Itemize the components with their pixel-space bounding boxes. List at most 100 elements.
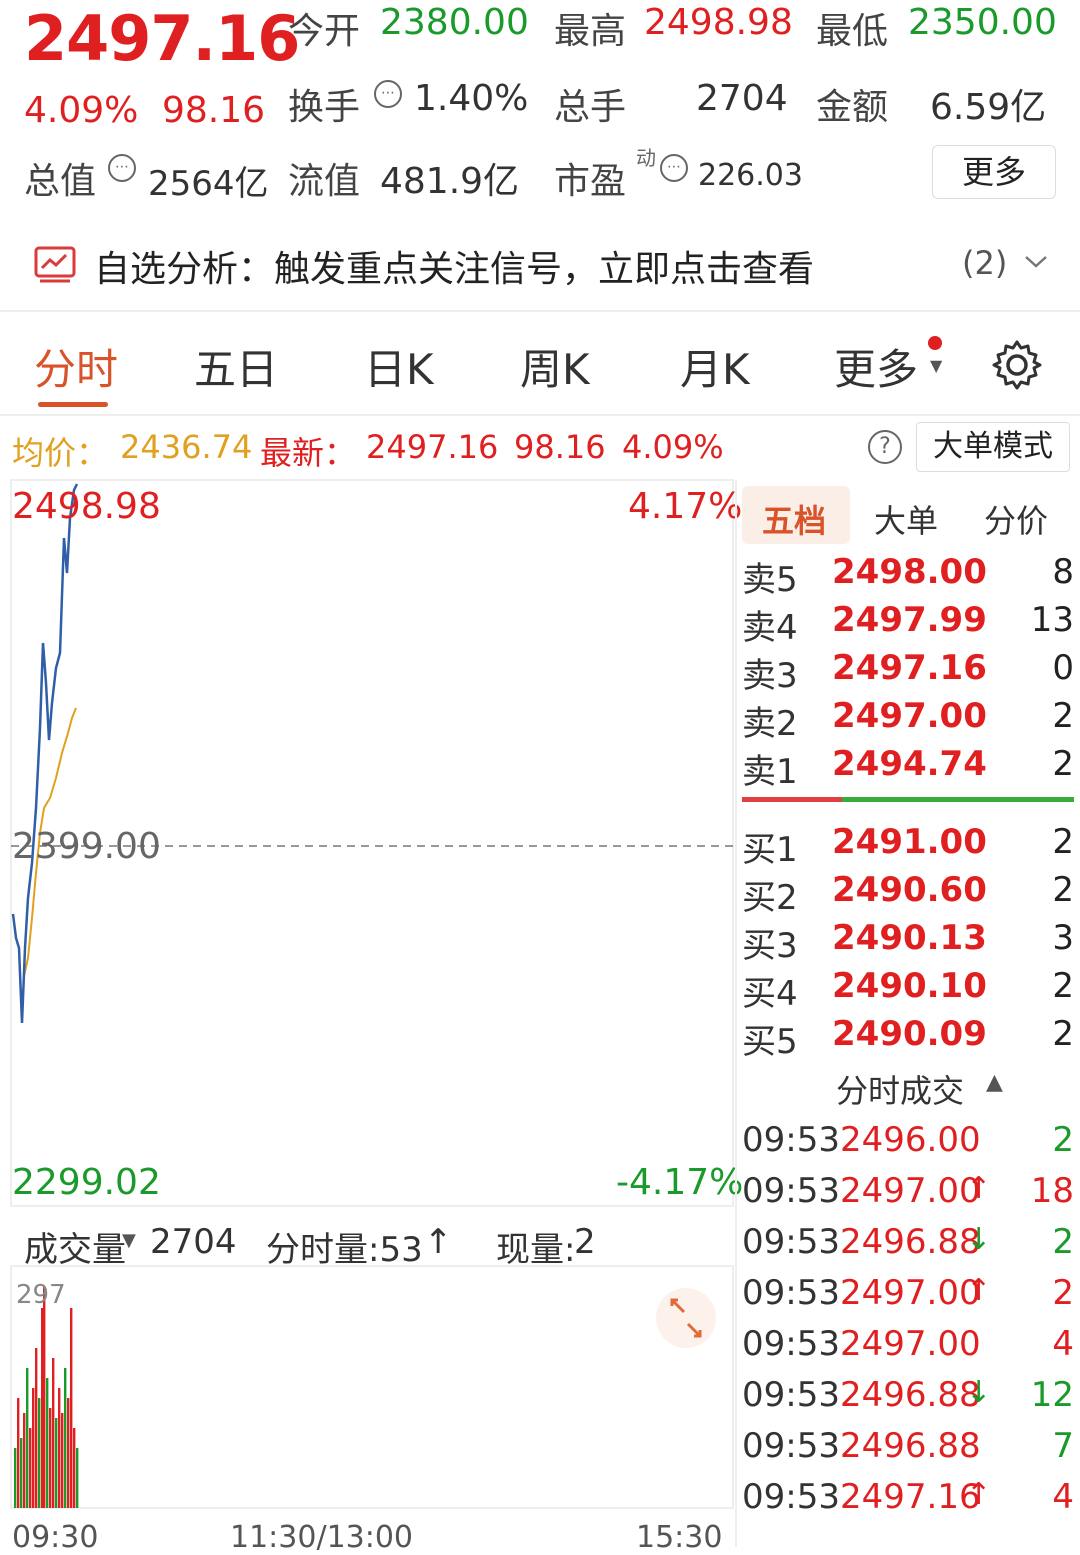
ask-volume: 8 [1052, 552, 1074, 592]
turnover-info-icon[interactable]: ⋯ [374, 80, 402, 108]
volume-panel-frame [10, 1265, 734, 1509]
trade-time: 09:53 [742, 1222, 840, 1262]
tab-monthly-k[interactable]: 月K [680, 336, 750, 397]
ask-price: 2497.00 [832, 696, 987, 736]
high-value: 2498.98 [644, 2, 793, 43]
trade-time: 09:53 [742, 1273, 840, 1313]
change-amount: 98.16 [162, 90, 266, 131]
trade-volume: 4 [1052, 1477, 1074, 1517]
trade-price: 2496.88 [840, 1222, 981, 1262]
open-label: 今开 [288, 11, 361, 52]
bid-price: 2490.09 [832, 1014, 987, 1054]
tab-more[interactable]: 更多 [834, 336, 918, 397]
float-value: 481.9亿 [380, 161, 520, 202]
tab-five-day[interactable]: 五日 [194, 336, 278, 397]
latest-change: 98.16 [514, 428, 606, 466]
volume-bar [52, 1358, 55, 1508]
volume-bars [14, 1286, 79, 1508]
ask-volume: 2 [1052, 744, 1074, 784]
volume-label: 总手 [554, 87, 627, 128]
bid-label: 买2 [742, 878, 798, 918]
volume-bar [67, 1398, 70, 1508]
volume-bar [55, 1418, 58, 1508]
price-line [11, 483, 79, 1024]
dropdown-arrow-icon: ▼ [930, 356, 943, 375]
bid-price: 2490.10 [832, 966, 987, 1006]
volume-bar [38, 1398, 41, 1508]
avg-value: 2436.74 [120, 428, 253, 466]
collapse-up-icon[interactable]: ▲ [986, 1070, 1003, 1095]
bid-price: 2490.60 [832, 870, 987, 910]
volume-selector[interactable]: 成交量 [24, 1222, 126, 1271]
more-button[interactable]: 更多 [932, 145, 1056, 199]
down-arrow-icon: ↓ [966, 1222, 992, 1257]
trade-time: 09:53 [742, 1426, 840, 1466]
low-value: 2350.00 [908, 2, 1057, 43]
intraday-chart[interactable] [0, 478, 736, 1547]
bid-volume: 2 [1052, 822, 1074, 862]
tab-five-levels[interactable]: 五档 [762, 496, 826, 542]
trade-volume: 12 [1030, 1375, 1074, 1415]
ask-price: 2494.74 [832, 744, 987, 784]
dropdown-arrow-icon[interactable]: ▼ [122, 1230, 136, 1251]
trade-time: 09:53 [742, 1120, 840, 1160]
ask-label: 卖2 [742, 704, 798, 744]
volume-bar [61, 1413, 64, 1508]
current-volume-label: 现量: [496, 1230, 576, 1270]
bid-label: 买3 [742, 926, 798, 966]
tab-weekly-k[interactable]: 周K [520, 336, 590, 397]
float-label: 流值 [288, 161, 361, 202]
tab-daily-k[interactable]: 日K [364, 336, 434, 397]
mktcap-info-icon[interactable]: ⋯ [108, 154, 136, 182]
change-percent: 4.09% [24, 90, 139, 131]
pe-label: 市盈 [554, 161, 627, 202]
panel-divider [735, 480, 737, 1547]
trades-title[interactable]: 分时成交 [836, 1066, 964, 1112]
analysis-count: (2) [962, 244, 1008, 282]
tab-large-orders[interactable]: 大单 [874, 496, 938, 542]
current-volume-value: 2 [574, 1222, 596, 1262]
volume-bar [26, 1368, 29, 1508]
trade-price: 2497.00 [840, 1324, 981, 1364]
large-order-mode-button[interactable]: 大单模式 [916, 422, 1070, 472]
tab-intraday[interactable]: 分时 [34, 336, 118, 397]
gear-icon[interactable] [990, 338, 1044, 396]
volume-value: 2704 [696, 78, 788, 119]
mktcap-value: 2564亿 [148, 164, 269, 204]
help-icon[interactable]: ? [868, 430, 902, 464]
trade-time: 09:53 [742, 1324, 840, 1364]
volume-total: 2704 [150, 1222, 237, 1262]
chart-high-price: 2498.98 [12, 486, 161, 527]
tab-price-distribution[interactable]: 分价 [984, 496, 1048, 542]
sell-ratio-bar [742, 797, 842, 802]
active-tab-indicator [38, 402, 108, 407]
volume-bar [49, 1408, 52, 1508]
pe-info-icon[interactable]: ⋯ [660, 154, 688, 182]
chart-low-price: 2299.02 [12, 1162, 161, 1203]
bid-label: 买5 [742, 1022, 798, 1062]
trade-volume: 2 [1052, 1120, 1074, 1160]
divider [0, 310, 1080, 312]
volume-bar [35, 1348, 38, 1508]
trade-price: 2496.88 [840, 1375, 981, 1415]
bid-price: 2490.13 [832, 918, 987, 958]
ask-label: 卖4 [742, 608, 798, 648]
time-start: 09:30 [12, 1520, 99, 1555]
trade-volume: 2 [1052, 1222, 1074, 1262]
volume-bar [32, 1388, 35, 1508]
turnover-label: 换手 [288, 87, 361, 128]
tick-volume: 分时量:53 [266, 1230, 423, 1270]
chevron-down-icon[interactable] [1022, 252, 1050, 276]
up-arrow-icon: ↑ [966, 1171, 992, 1206]
down-arrow-icon: ↓ [966, 1375, 992, 1410]
ask-label: 卖1 [742, 752, 798, 792]
low-label: 最低 [816, 11, 889, 52]
trade-volume: 18 [1030, 1171, 1074, 1211]
up-arrow-icon: ↑ [424, 1222, 453, 1262]
latest-pct: 4.09% [622, 428, 724, 466]
analysis-text[interactable]: 自选分析：触发重点关注信号，立即点击查看 [94, 240, 814, 292]
mktcap-label: 总值 [24, 161, 97, 202]
volume-bar [14, 1448, 17, 1508]
trade-time: 09:53 [742, 1477, 840, 1517]
amount-value: 6.59亿 [930, 87, 1047, 128]
